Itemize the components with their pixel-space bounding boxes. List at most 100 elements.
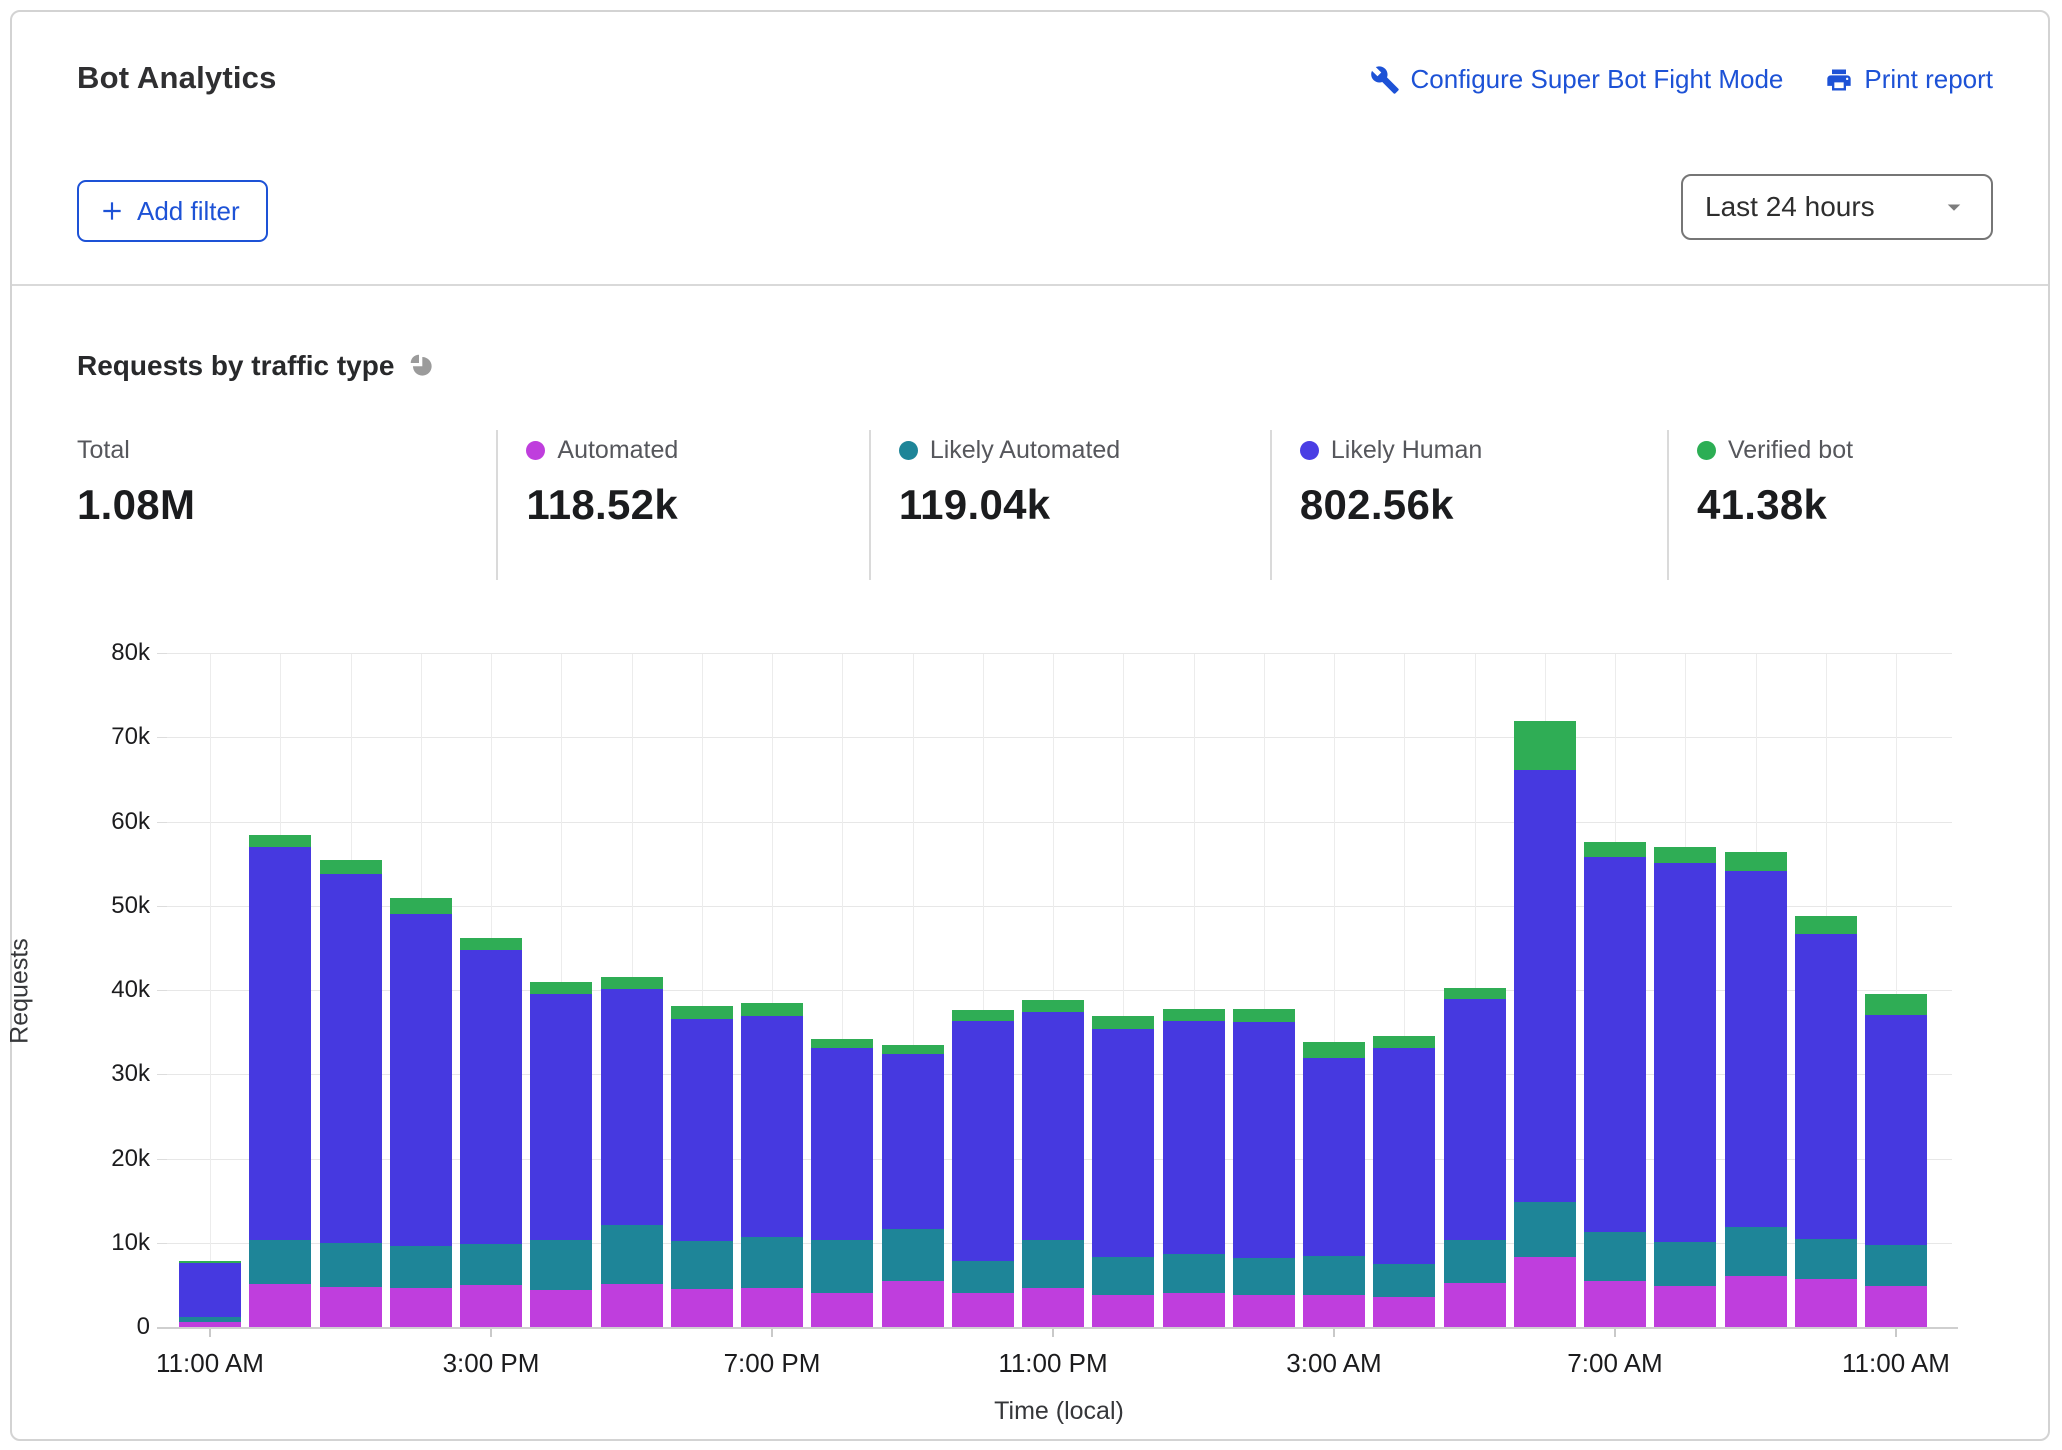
- bar-segment-verified-bot[interactable]: [741, 1003, 803, 1016]
- bar-segment-likely-human[interactable]: [811, 1048, 873, 1240]
- bar-segment-likely-human[interactable]: [1654, 863, 1716, 1242]
- bar-segment-verified-bot[interactable]: [249, 835, 311, 847]
- bar-segment-automated[interactable]: [1584, 1281, 1646, 1328]
- bar-segment-likely-human[interactable]: [1725, 871, 1787, 1227]
- bar-segment-likely-human[interactable]: [1022, 1012, 1084, 1239]
- bar-segment-likely-automated[interactable]: [249, 1240, 311, 1284]
- bar-segment-verified-bot[interactable]: [460, 938, 522, 950]
- bar-segment-verified-bot[interactable]: [1865, 994, 1927, 1015]
- bar-segment-likely-automated[interactable]: [1373, 1264, 1435, 1297]
- bar-segment-automated[interactable]: [1865, 1286, 1927, 1328]
- bar-segment-likely-human[interactable]: [882, 1054, 944, 1229]
- bar-segment-verified-bot[interactable]: [179, 1261, 241, 1264]
- bar-segment-likely-human[interactable]: [1233, 1022, 1295, 1258]
- bar-segment-likely-automated[interactable]: [1163, 1254, 1225, 1294]
- stacked-bar-5-00-PM[interactable]: [601, 977, 663, 1328]
- bar-segment-likely-automated[interactable]: [179, 1317, 241, 1322]
- bar-segment-likely-automated[interactable]: [1303, 1256, 1365, 1296]
- print-report-link[interactable]: Print report: [1825, 64, 1993, 95]
- stacked-bar-1-00-AM[interactable]: [1163, 1009, 1225, 1328]
- bar-segment-verified-bot[interactable]: [1303, 1042, 1365, 1059]
- bar-segment-automated[interactable]: [1444, 1283, 1506, 1328]
- stacked-bar-10-00-PM[interactable]: [952, 1010, 1014, 1328]
- bar-segment-likely-human[interactable]: [1514, 770, 1576, 1201]
- bar-segment-likely-human[interactable]: [320, 874, 382, 1243]
- bar-segment-likely-automated[interactable]: [1865, 1245, 1927, 1285]
- bar-segment-likely-automated[interactable]: [390, 1246, 452, 1288]
- bar-segment-likely-automated[interactable]: [952, 1261, 1014, 1293]
- bar-segment-likely-human[interactable]: [1163, 1021, 1225, 1254]
- bar-segment-verified-bot[interactable]: [1163, 1009, 1225, 1021]
- bar-segment-likely-automated[interactable]: [1725, 1227, 1787, 1276]
- stacked-bar-9-00-AM[interactable]: [1725, 852, 1787, 1328]
- bar-segment-likely-automated[interactable]: [601, 1225, 663, 1284]
- stacked-bar-6-00-AM[interactable]: [1514, 721, 1576, 1328]
- bar-segment-automated[interactable]: [1795, 1279, 1857, 1328]
- bar-segment-likely-human[interactable]: [1865, 1015, 1927, 1245]
- bar-segment-likely-human[interactable]: [1584, 857, 1646, 1232]
- bar-segment-verified-bot[interactable]: [530, 982, 592, 995]
- bar-segment-verified-bot[interactable]: [1584, 842, 1646, 857]
- bar-segment-verified-bot[interactable]: [1514, 721, 1576, 771]
- bar-segment-likely-automated[interactable]: [1233, 1258, 1295, 1295]
- bar-segment-verified-bot[interactable]: [882, 1045, 944, 1054]
- bar-segment-automated[interactable]: [601, 1284, 663, 1328]
- stacked-bar-2-00-PM[interactable]: [390, 897, 452, 1328]
- bar-segment-likely-automated[interactable]: [1092, 1257, 1154, 1295]
- bar-segment-likely-human[interactable]: [952, 1021, 1014, 1260]
- stacked-bar-9-00-PM[interactable]: [882, 1045, 944, 1328]
- stacked-bar-12-00-AM[interactable]: [1092, 1016, 1154, 1328]
- bar-segment-automated[interactable]: [390, 1288, 452, 1328]
- bar-segment-likely-automated[interactable]: [671, 1241, 733, 1289]
- bar-segment-automated[interactable]: [952, 1293, 1014, 1328]
- bar-segment-verified-bot[interactable]: [320, 860, 382, 874]
- bar-segment-likely-human[interactable]: [1092, 1029, 1154, 1257]
- stacked-bar-6-00-PM[interactable]: [671, 1006, 733, 1328]
- bar-segment-automated[interactable]: [1654, 1286, 1716, 1328]
- bar-segment-automated[interactable]: [1373, 1297, 1435, 1328]
- stacked-bar-7-00-PM[interactable]: [741, 1003, 803, 1328]
- bar-segment-automated[interactable]: [882, 1281, 944, 1328]
- stacked-bar-5-00-AM[interactable]: [1444, 988, 1506, 1328]
- bar-segment-likely-human[interactable]: [1373, 1048, 1435, 1264]
- bar-segment-verified-bot[interactable]: [390, 898, 452, 915]
- stacked-bar-7-00-AM[interactable]: [1584, 842, 1646, 1328]
- bar-segment-likely-automated[interactable]: [1584, 1232, 1646, 1281]
- bar-segment-automated[interactable]: [1514, 1257, 1576, 1328]
- bar-segment-automated[interactable]: [1163, 1293, 1225, 1328]
- bar-segment-likely-automated[interactable]: [811, 1240, 873, 1292]
- bar-segment-verified-bot[interactable]: [601, 977, 663, 990]
- bar-segment-likely-automated[interactable]: [741, 1237, 803, 1288]
- stacked-bar-11-00-PM[interactable]: [1022, 1000, 1084, 1328]
- bar-segment-automated[interactable]: [1092, 1295, 1154, 1328]
- bar-segment-verified-bot[interactable]: [671, 1006, 733, 1019]
- bar-segment-likely-automated[interactable]: [1795, 1239, 1857, 1279]
- time-range-select[interactable]: Last 24 hours: [1681, 174, 1993, 240]
- bar-segment-automated[interactable]: [1725, 1276, 1787, 1328]
- bar-segment-likely-automated[interactable]: [320, 1243, 382, 1287]
- stacked-bar-11-00-AM[interactable]: [179, 1261, 241, 1328]
- bar-segment-likely-human[interactable]: [1303, 1058, 1365, 1255]
- stacked-bar-8-00-PM[interactable]: [811, 1039, 873, 1328]
- stacked-bar-3-00-PM[interactable]: [460, 938, 522, 1328]
- bar-segment-likely-human[interactable]: [601, 989, 663, 1225]
- bar-segment-likely-human[interactable]: [179, 1263, 241, 1317]
- bar-segment-automated[interactable]: [741, 1288, 803, 1328]
- bar-segment-likely-automated[interactable]: [1654, 1242, 1716, 1286]
- bar-segment-automated[interactable]: [671, 1289, 733, 1328]
- stacked-bar-4-00-AM[interactable]: [1373, 1036, 1435, 1328]
- bar-segment-automated[interactable]: [460, 1285, 522, 1328]
- stacked-bar-11-00-AM[interactable]: [1865, 994, 1927, 1328]
- stacked-bar-8-00-AM[interactable]: [1654, 847, 1716, 1328]
- bar-segment-likely-human[interactable]: [1795, 934, 1857, 1239]
- bar-segment-verified-bot[interactable]: [1725, 852, 1787, 871]
- bar-segment-verified-bot[interactable]: [1373, 1036, 1435, 1049]
- bar-segment-verified-bot[interactable]: [1654, 847, 1716, 863]
- bar-segment-likely-automated[interactable]: [882, 1229, 944, 1280]
- bar-segment-automated[interactable]: [320, 1287, 382, 1328]
- stacked-bar-2-00-AM[interactable]: [1233, 1009, 1295, 1328]
- bar-segment-verified-bot[interactable]: [1795, 916, 1857, 934]
- stacked-bar-3-00-AM[interactable]: [1303, 1042, 1365, 1328]
- add-filter-button[interactable]: Add filter: [77, 180, 268, 242]
- bar-segment-likely-human[interactable]: [741, 1016, 803, 1237]
